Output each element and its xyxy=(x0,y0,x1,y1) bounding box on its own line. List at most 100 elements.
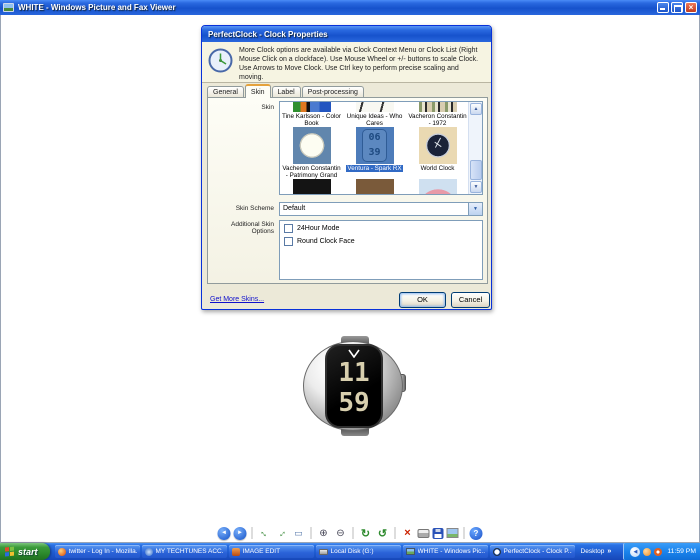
taskbar-item-label: PerfectClock - Clock P... xyxy=(503,548,572,555)
tab-skin[interactable]: Skin xyxy=(244,84,271,98)
skin-item-selected[interactable]: 06 39 Ventura - Spark RX xyxy=(343,127,406,179)
zoom-in-icon[interactable]: ⊕ xyxy=(317,526,331,540)
taskbar-item-perfectclock[interactable]: PerfectClock - Clock P... xyxy=(489,545,575,558)
slideshow-icon[interactable]: ▭ xyxy=(292,526,306,540)
skin-scheme-select[interactable]: Default ▼ xyxy=(279,202,483,216)
skin-item-label[interactable]: World Clock xyxy=(420,165,456,172)
taskbar-item-techtunes[interactable]: MY TECHTUNES ACC... xyxy=(141,545,227,558)
rotate-counterclockwise-icon[interactable]: ↺ xyxy=(376,526,390,540)
next-image-icon[interactable]: ► xyxy=(233,526,247,540)
toolbar-separator xyxy=(251,527,253,539)
actual-size-icon[interactable]: ↔ xyxy=(272,523,292,543)
maximize-button[interactable] xyxy=(671,2,683,13)
zoom-out-icon[interactable]: ⊖ xyxy=(334,526,348,540)
desktop: { "window": { "title": "WHITE - Windows … xyxy=(0,0,700,560)
clock-widget[interactable]: 11 59 xyxy=(303,336,407,436)
taskbar-item-firefox[interactable]: twitter - Log In - Mozilla... xyxy=(54,545,140,558)
skin-thumbnail-who-cares[interactable] xyxy=(355,102,394,112)
help-icon[interactable]: ? xyxy=(469,526,483,540)
scroll-up-icon[interactable]: ▲ xyxy=(470,103,482,115)
desktop-toolbar-label: Desktop xyxy=(580,548,605,555)
ie-icon xyxy=(144,547,153,556)
chevron-right-icon[interactable]: » xyxy=(607,548,611,555)
rotate-clockwise-icon[interactable]: ↻ xyxy=(359,526,373,540)
skin-item[interactable]: World Clock xyxy=(406,127,469,179)
checkbox-round-face[interactable] xyxy=(284,237,293,246)
additional-options-box: 24Hour Mode Round Clock Face xyxy=(279,220,483,280)
ok-button[interactable]: OK xyxy=(399,292,446,308)
picture-icon xyxy=(405,548,415,555)
chevron-down-icon[interactable]: ▼ xyxy=(468,203,482,215)
clock-icon xyxy=(492,547,501,556)
skin-list-label: Skin xyxy=(261,104,274,111)
drive-icon xyxy=(318,548,328,555)
save-icon[interactable] xyxy=(432,527,444,539)
skin-thumbnail-1972[interactable] xyxy=(418,102,457,112)
desktop-toolbar[interactable]: Desktop » xyxy=(581,548,612,555)
skin-item-label[interactable]: Tine Karlsson - Color Book xyxy=(280,113,343,127)
perfectclock-dialog: PerfectClock - Clock Properties More Clo… xyxy=(201,25,492,310)
ventura-logo-icon xyxy=(348,349,360,358)
windows-flag-icon xyxy=(5,546,15,557)
get-more-skins-link[interactable]: Get More Skins... xyxy=(210,296,264,303)
taskbar-item-picture-viewer[interactable]: WHITE - Windows Pic... xyxy=(402,545,488,558)
additional-options-label: Additional Skin Options xyxy=(231,221,274,235)
taskbar-item-local-disk[interactable]: Local Disk (G:) xyxy=(315,545,401,558)
window-titlebar[interactable]: WHITE - Windows Picture and Fax Viewer × xyxy=(0,0,700,15)
system-tray: ◀ 11:59 PM xyxy=(623,543,700,560)
scrollbar-thumb[interactable] xyxy=(470,160,482,180)
image-editor-icon xyxy=(231,547,240,556)
skin-list-scrollbar[interactable]: ▲ ▼ xyxy=(468,102,482,194)
tray-app-icon-1[interactable] xyxy=(643,547,652,556)
start-button[interactable]: start xyxy=(0,543,50,560)
picture-viewer-icon xyxy=(3,3,14,12)
taskbar-item-image-edit[interactable]: IMAGE EDIT xyxy=(228,545,314,558)
tray-clock[interactable]: 11:59 PM xyxy=(667,548,696,555)
cancel-button[interactable]: Cancel xyxy=(451,292,490,308)
previous-image-icon[interactable]: ◄ xyxy=(217,526,231,540)
skin-list[interactable]: Tine Karlsson - Color Book Unique Ideas … xyxy=(279,101,483,195)
skin-thumbnail-color-book[interactable] xyxy=(292,102,331,112)
skin-item[interactable]: Unique Ideas - Who Cares xyxy=(343,102,406,127)
scroll-down-icon[interactable]: ▼ xyxy=(470,181,482,193)
skin-thumbnail-ventura[interactable]: 06 39 xyxy=(355,127,394,164)
toolbar-separator xyxy=(394,527,396,539)
firefox-icon xyxy=(57,547,66,556)
skin-thumbnail-world-clock[interactable] xyxy=(418,127,457,164)
tray-app-icon-2[interactable] xyxy=(654,547,663,556)
skin-scheme-value: Default xyxy=(283,205,306,212)
ventura-thumb-digits: 06 39 xyxy=(362,129,387,162)
viewer-toolbar: ◄ ► ↔ ↔ ▭ ⊕ ⊖ ↻ ↺ ×? xyxy=(217,523,483,543)
print-icon[interactable] xyxy=(417,528,430,538)
edit-image-icon[interactable] xyxy=(446,528,459,538)
option-24hour[interactable]: 24Hour Mode xyxy=(284,224,478,233)
close-button[interactable]: × xyxy=(685,2,697,13)
skin-item[interactable]: Vacheron Constantin - Patrimony Grand xyxy=(280,127,343,179)
skin-item-label[interactable]: Unique Ideas - Who Cares xyxy=(343,113,406,127)
skin-thumbnail-partial-3[interactable] xyxy=(418,179,457,194)
checkbox-24hour[interactable] xyxy=(284,224,293,233)
skin-thumbnail-partial-1[interactable] xyxy=(292,179,331,194)
checkbox-label: Round Clock Face xyxy=(297,238,355,245)
checkbox-label: 24Hour Mode xyxy=(297,225,340,232)
delete-icon[interactable]: × xyxy=(401,526,415,540)
option-round-face[interactable]: Round Clock Face xyxy=(284,237,478,246)
taskbar-buttons: twitter - Log In - Mozilla... MY TECHTUN… xyxy=(54,545,575,558)
skin-thumbnail-patrimony[interactable] xyxy=(292,127,331,164)
watch-face: 11 59 xyxy=(325,344,383,428)
toolbar-separator xyxy=(352,527,354,539)
dialog-titlebar[interactable]: PerfectClock - Clock Properties xyxy=(202,26,491,42)
dialog-info-text: More Clock options are available via Clo… xyxy=(239,47,479,81)
taskbar-item-label: twitter - Log In - Mozilla... xyxy=(68,548,137,555)
taskbar: start twitter - Log In - Mozilla... MY T… xyxy=(0,543,700,560)
skin-item-label[interactable]: Vacheron Constantin - 1972 xyxy=(406,113,469,127)
skin-thumbnail-partial-2[interactable] xyxy=(355,179,394,194)
taskbar-item-label: MY TECHTUNES ACC... xyxy=(155,548,224,555)
watch-hours: 11 xyxy=(338,358,370,388)
minimize-button[interactable] xyxy=(657,2,669,13)
skin-item[interactable]: Tine Karlsson - Color Book xyxy=(280,102,343,127)
skin-item[interactable]: Vacheron Constantin - 1972 xyxy=(406,102,469,127)
skin-item-label[interactable]: Vacheron Constantin - Patrimony Grand xyxy=(280,165,343,179)
hide-icons-chevron-icon[interactable]: ◀ xyxy=(630,546,641,557)
skin-item-label-selected[interactable]: Ventura - Spark RX xyxy=(346,165,403,172)
